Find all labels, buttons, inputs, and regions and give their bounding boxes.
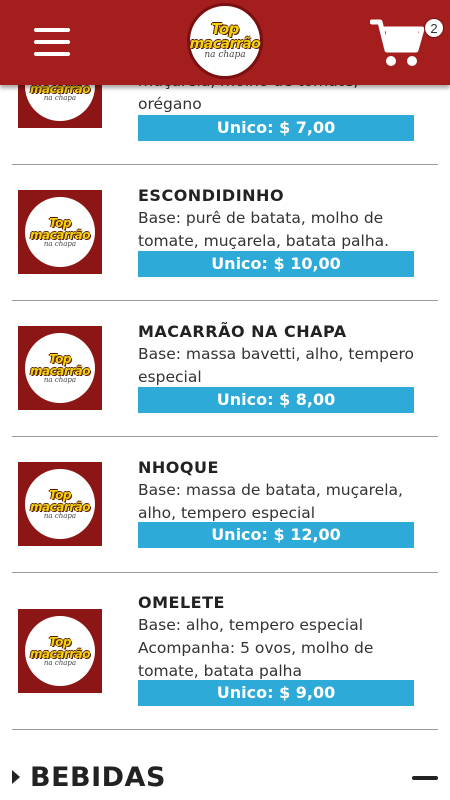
thumbnail-logo: Top macarrão na chapa bbox=[25, 333, 95, 403]
item-description: Base: massa de batata, muçarela, alho, t… bbox=[138, 481, 403, 522]
price-button[interactable]: Unico: $ 10,00 bbox=[138, 251, 414, 277]
divider bbox=[12, 300, 438, 301]
item-description: Base: massa bavetti, alho, tempero espec… bbox=[138, 345, 414, 386]
item-title: OMELETE bbox=[138, 593, 225, 612]
section-bebidas[interactable]: BEBIDAS bbox=[12, 756, 438, 800]
divider bbox=[12, 572, 438, 573]
price-button[interactable]: Unico: $ 8,00 bbox=[138, 387, 414, 413]
item-thumbnail[interactable]: Top macarrão na chapa bbox=[18, 326, 102, 410]
brand-logo[interactable]: Top macarrão na chapa bbox=[187, 3, 263, 79]
item-description: Base: alho, tempero especial bbox=[138, 616, 364, 634]
price-button[interactable]: Unico: $ 12,00 bbox=[138, 522, 414, 548]
thumbnail-logo: Top macarrão na chapa bbox=[25, 616, 95, 686]
collapse-icon[interactable] bbox=[412, 776, 438, 780]
item-title: ESCONDIDINHO bbox=[138, 186, 285, 205]
item-description-extra: Acompanha: 5 ovos, molho de tomate, bata… bbox=[138, 639, 374, 680]
item-thumbnail[interactable]: Top macarrão na chapa bbox=[18, 462, 102, 546]
item-description: Base: purê de batata, molho de tomate, m… bbox=[138, 209, 390, 250]
divider bbox=[12, 436, 438, 437]
thumbnail-logo: Top macarrão na chapa bbox=[25, 197, 95, 267]
item-title: NHOQUE bbox=[138, 458, 219, 477]
item-thumbnail[interactable]: Top macarrão na chapa bbox=[18, 609, 102, 693]
cart-icon[interactable] bbox=[369, 16, 426, 70]
divider bbox=[12, 164, 438, 165]
divider bbox=[12, 729, 438, 730]
app-header: Top macarrão na chapa 2 bbox=[0, 0, 450, 85]
thumbnail-logo: Top macarrão na chapa bbox=[25, 469, 95, 539]
cart-count-badge: 2 bbox=[424, 18, 444, 38]
chevron-right-icon bbox=[12, 770, 20, 784]
price-button[interactable]: Unico: $ 7,00 bbox=[138, 115, 414, 141]
section-title: BEBIDAS bbox=[30, 762, 166, 793]
hamburger-menu-icon[interactable] bbox=[34, 28, 70, 58]
item-title: MACARRÃO NA CHAPA bbox=[138, 322, 347, 341]
item-thumbnail[interactable]: Top macarrão na chapa bbox=[18, 190, 102, 274]
price-button[interactable]: Unico: $ 9,00 bbox=[138, 680, 414, 706]
